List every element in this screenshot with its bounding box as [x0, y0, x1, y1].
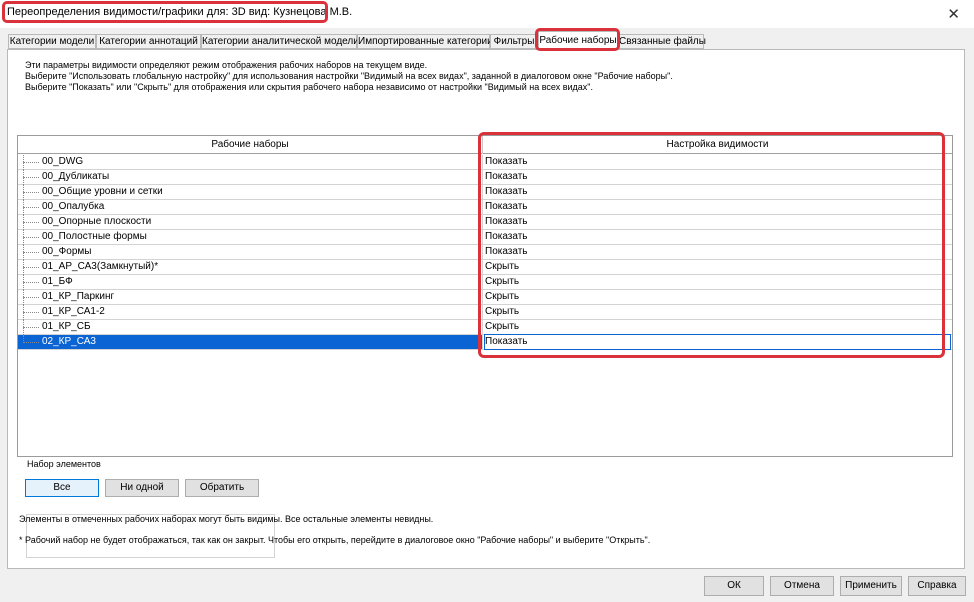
workset-name: 01_БФ — [42, 276, 73, 287]
workset-row[interactable]: 00_Опалубка Показать — [18, 200, 952, 215]
title-bar: Переопределения видимости/графики для: 3… — [0, 0, 974, 28]
grid-header: Рабочие наборы Настройка видимости — [18, 136, 952, 154]
element-set-legend: Набор элементов — [24, 459, 104, 469]
tree-branch — [23, 312, 39, 313]
workset-name-cell[interactable]: 02_КР_СА3 — [18, 335, 483, 349]
visibility-setting-cell[interactable]: Показать — [485, 186, 528, 198]
tree-branch — [23, 297, 39, 298]
closed-workset-note: * Рабочий набор не будет отображаться, т… — [19, 535, 651, 545]
visibility-setting-cell[interactable]: Показать — [485, 216, 528, 228]
visibility-setting-cell[interactable]: Скрыть — [485, 321, 519, 333]
workset-name-cell[interactable]: 00_Дубликаты — [18, 170, 483, 185]
workset-name: 00_Общие уровни и сетки — [42, 186, 163, 197]
visibility-setting-cell[interactable]: Показать — [485, 336, 528, 348]
tree-branch — [23, 162, 39, 163]
tree-branch — [23, 222, 39, 223]
visibility-setting-cell[interactable]: Показать — [485, 231, 528, 243]
workset-row[interactable]: 02_КР_СА3 Показать — [18, 334, 952, 350]
cancel-button[interactable]: Отмена — [770, 576, 834, 596]
workset-name-cell[interactable]: 01_БФ — [18, 275, 483, 290]
help-button[interactable]: Справка — [908, 576, 966, 596]
column-header-worksets[interactable]: Рабочие наборы — [18, 136, 483, 154]
visibility-setting-cell[interactable]: Показать — [485, 171, 528, 183]
visibility-setting-cell[interactable]: Показать — [485, 246, 528, 258]
workset-row[interactable]: 01_КР_Паркинг Скрыть — [18, 290, 952, 305]
tree-branch — [23, 267, 39, 268]
workset-row[interactable]: 00_Опорные плоскости Показать — [18, 215, 952, 230]
tab-filters[interactable]: Фильтры — [490, 34, 538, 49]
workset-name: 02_КР_СА3 — [42, 336, 96, 347]
workset-row[interactable]: 00_DWG Показать — [18, 155, 952, 170]
tree-branch — [23, 327, 39, 328]
description-line: Выберите "Использовать глобальную настро… — [25, 71, 673, 81]
visibility-setting-cell[interactable]: Скрыть — [485, 261, 519, 273]
workset-row[interactable]: 00_Общие уровни и сетки Показать — [18, 185, 952, 200]
tab-annotation-categories[interactable]: Категории аннотаций — [96, 34, 201, 49]
workset-row[interactable]: 00_Формы Показать — [18, 245, 952, 260]
worksets-grid: Рабочие наборы Настройка видимости 00_DW… — [17, 135, 953, 457]
tree-branch — [23, 237, 39, 238]
tree-branch — [23, 252, 39, 253]
workset-name-cell[interactable]: 00_Формы — [18, 245, 483, 260]
workset-name: 00_Полостные формы — [42, 231, 147, 242]
workset-name-cell[interactable]: 00_Опорные плоскости — [18, 215, 483, 230]
description-line: Эти параметры видимости определяют режим… — [25, 60, 428, 70]
workset-name-cell[interactable]: 00_Общие уровни и сетки — [18, 185, 483, 200]
visibility-setting-cell[interactable]: Скрыть — [485, 306, 519, 318]
workset-row[interactable]: 01_КР_СА1-2 Скрыть — [18, 305, 952, 320]
tab-imported-categories[interactable]: Импортированные категории — [357, 34, 493, 49]
select-none-button[interactable]: Ни одной — [105, 479, 179, 497]
workset-name: 00_Опалубка — [42, 201, 105, 212]
title-highlight-annotation — [2, 1, 328, 23]
workset-name: 01_АР_СА3(Замкнутый)* — [42, 261, 159, 272]
tree-branch — [23, 342, 39, 343]
workset-name-cell[interactable]: 01_КР_Паркинг — [18, 290, 483, 305]
visibility-setting-cell[interactable]: Показать — [485, 201, 528, 213]
tab-model-categories[interactable]: Категории модели — [8, 34, 96, 49]
description-line: Выберите "Показать" или "Скрыть" для ото… — [25, 82, 593, 92]
tab-linked-files[interactable]: Связанные файлы — [618, 34, 706, 49]
ok-button[interactable]: ОК — [704, 576, 764, 596]
tree-branch — [23, 192, 39, 193]
workset-row[interactable]: 01_КР_СБ Скрыть — [18, 320, 952, 335]
workset-name-cell[interactable]: 00_DWG — [18, 155, 483, 170]
tree-branch — [23, 282, 39, 283]
invert-selection-button[interactable]: Обратить — [185, 479, 259, 497]
workset-name: 00_DWG — [42, 156, 84, 167]
workset-row[interactable]: 01_БФ Скрыть — [18, 275, 952, 290]
workset-row[interactable]: 01_АР_СА3(Замкнутый)* Скрыть — [18, 260, 952, 275]
workset-name-cell[interactable]: 00_Опалубка — [18, 200, 483, 215]
workset-name: 01_КР_Паркинг — [42, 291, 115, 302]
workset-row[interactable]: 00_Дубликаты Показать — [18, 170, 952, 185]
workset-name-cell[interactable]: 01_АР_СА3(Замкнутый)* — [18, 260, 483, 275]
visibility-dropdown[interactable] — [484, 334, 951, 350]
workset-name: 01_КР_СА1-2 — [42, 306, 105, 317]
workset-name: 00_Дубликаты — [42, 171, 110, 182]
tree-branch — [23, 207, 39, 208]
visibility-setting-cell[interactable]: Показать — [485, 156, 528, 168]
workset-name: 00_Опорные плоскости — [42, 216, 152, 227]
tab-highlight-annotation — [535, 28, 620, 51]
visibility-setting-cell[interactable]: Скрыть — [485, 291, 519, 303]
apply-button[interactable]: Применить — [840, 576, 902, 596]
visibility-note: Элементы в отмеченных рабочих наборах мо… — [19, 514, 434, 524]
workset-row[interactable]: 00_Полостные формы Показать — [18, 230, 952, 245]
description-text: Эти параметры видимости определяют режим… — [25, 60, 673, 93]
workset-name: 00_Формы — [42, 246, 92, 257]
workset-name-cell[interactable]: 01_КР_СБ — [18, 320, 483, 335]
workset-name-cell[interactable]: 00_Полостные формы — [18, 230, 483, 245]
close-icon[interactable]: ✕ — [947, 5, 960, 23]
visibility-setting-cell[interactable]: Скрыть — [485, 276, 519, 288]
tree-branch — [23, 177, 39, 178]
workset-name-cell[interactable]: 01_КР_СА1-2 — [18, 305, 483, 320]
tab-analytical-model-categories[interactable]: Категории аналитической модели — [201, 34, 359, 49]
column-header-visibility[interactable]: Настройка видимости — [483, 136, 952, 154]
select-all-button[interactable]: Все — [25, 479, 99, 497]
workset-name: 01_КР_СБ — [42, 321, 91, 332]
